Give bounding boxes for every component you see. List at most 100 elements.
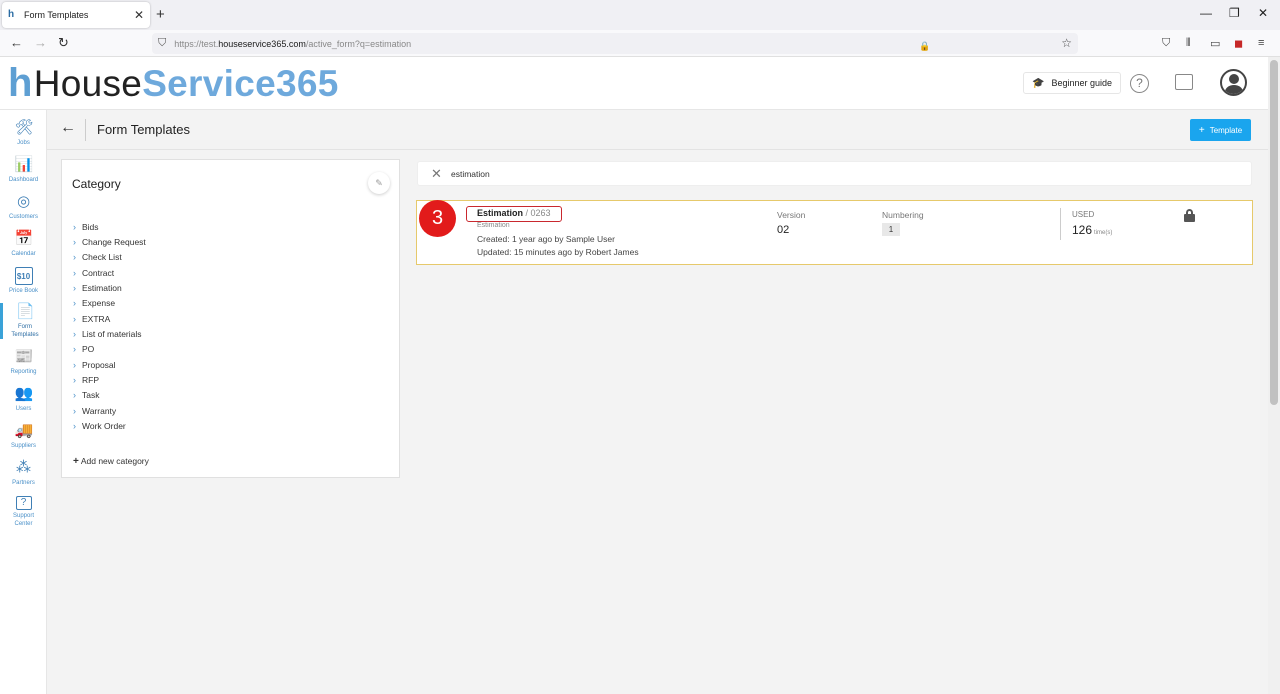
url-host: houseservice365.com (218, 38, 306, 49)
chevron-right-icon: › (73, 298, 76, 309)
report-icon: 📰 (14, 348, 34, 365)
category-item[interactable]: › List of materials (73, 326, 146, 341)
chevron-right-icon: › (73, 282, 76, 293)
numbering-label: Numbering (882, 210, 924, 220)
sidebar-item-calendar[interactable]: 📅 Calendar (0, 230, 47, 258)
sidebar-item-suppliers[interactable]: 🚚 Suppliers (0, 422, 47, 450)
sidebar-item-partners[interactable]: ⁂ Partners (0, 459, 47, 487)
shield-icon[interactable]: ⛉ (158, 37, 166, 50)
page-scrollbar[interactable] (1268, 57, 1280, 694)
form-document-icon: 📄 (16, 303, 35, 320)
sidebar-item-reporting[interactable]: 📰 Reporting (0, 348, 47, 376)
chart-icon: 📊 (14, 156, 34, 173)
logo[interactable]: h House Service365 (8, 61, 339, 105)
chevron-right-icon: › (73, 328, 76, 339)
sidebar-item-price-book[interactable]: $10 Price Book (0, 267, 47, 295)
back-arrow-icon[interactable]: ← (10, 35, 23, 50)
sidebar-item-dashboard[interactable]: 📊 Dashboard (0, 156, 47, 184)
chevron-right-icon: › (73, 221, 76, 232)
chevron-right-icon: › (73, 420, 76, 431)
partners-icon: ⁂ (16, 459, 31, 476)
help-icon[interactable]: ? (1130, 74, 1149, 93)
category-item[interactable]: › Bids (73, 219, 146, 234)
site-favicon-icon: h (8, 9, 15, 20)
browser-tab[interactable]: h Form Templates ✕ (2, 2, 150, 28)
logo-house-text: House (33, 63, 143, 104)
search-query: estimation (451, 169, 490, 179)
edit-pencil-icon[interactable]: ✎ (368, 172, 390, 194)
chevron-right-icon: › (73, 374, 76, 385)
chevron-right-icon: › (73, 252, 76, 263)
category-item[interactable]: › Proposal (73, 357, 146, 372)
chevron-right-icon: › (73, 236, 76, 247)
add-category-link[interactable]: + Add new category (73, 456, 149, 467)
extension-icon[interactable]: ◼ (1234, 37, 1243, 50)
created-info: Created: 1 year ago by Sample User (477, 234, 615, 244)
divider (1060, 208, 1061, 240)
forward-arrow-icon[interactable]: → (34, 35, 47, 50)
used-value: 126 time(s) (1072, 223, 1113, 237)
reload-icon[interactable]: ↻ (58, 35, 69, 51)
used-label: USED (1072, 210, 1095, 219)
lock-icon[interactable] (1184, 209, 1195, 222)
page-title-bar: ← Form Templates + Template (47, 110, 1268, 150)
users-icon: 👥 (14, 385, 34, 402)
sidebar-item-users[interactable]: 👥 Users (0, 385, 47, 413)
category-item[interactable]: › Change Request (73, 234, 146, 249)
beginner-guide-label: Beginner guide (1051, 78, 1113, 88)
chevron-right-icon: › (73, 313, 76, 324)
price-tag-icon: $10 (14, 267, 33, 285)
plus-icon: + (73, 456, 79, 467)
category-item[interactable]: › PO (73, 342, 146, 357)
category-item[interactable]: › EXTRA (73, 311, 146, 326)
folder-icon[interactable] (1175, 74, 1193, 90)
pocket-icon[interactable]: ⛉ (1162, 37, 1170, 50)
category-item[interactable]: › Work Order (73, 418, 146, 433)
sidebar-item-form-templates[interactable]: 📄 Form Templates (0, 303, 47, 339)
menu-icon[interactable]: ≡ (1258, 37, 1264, 49)
chevron-right-icon: › (73, 344, 76, 355)
tools-icon: 🛠 (14, 119, 34, 136)
category-item[interactable]: › Task (73, 388, 146, 403)
window-close-icon[interactable]: ✕ (1258, 6, 1268, 20)
chevron-right-icon: › (73, 405, 76, 416)
category-item[interactable]: › Contract (73, 265, 146, 280)
restore-icon[interactable]: ❐ (1229, 6, 1240, 20)
tab-title: Form Templates (24, 10, 89, 20)
library-icon[interactable]: ⫴ (1186, 37, 1191, 50)
clear-search-icon[interactable]: ✕ (431, 166, 442, 182)
sidebar-item-support-center[interactable]: ? Support Center (0, 496, 47, 528)
truck-icon: 🚚 (14, 422, 34, 439)
category-item[interactable]: › Check List (73, 250, 146, 265)
sidebar-toggle-icon[interactable]: ▭ (1210, 37, 1220, 50)
sidebar-item-jobs[interactable]: 🛠 Jobs (0, 119, 47, 147)
user-avatar-icon[interactable] (1220, 69, 1247, 96)
add-template-button[interactable]: + Template (1190, 119, 1251, 141)
template-card[interactable]: 3 Estimation / 0263 Estimation Created: … (416, 200, 1253, 265)
back-arrow-icon[interactable]: ← (60, 119, 76, 137)
template-name[interactable]: Estimation / 0263 (466, 206, 562, 222)
url-bar[interactable]: ⛉ 🔒 https://test. houseservice365.com/act… (152, 33, 1078, 54)
beginner-guide-button[interactable]: 🎓 Beginner guide (1023, 72, 1122, 94)
sidebar-item-customers[interactable]: ◎ Customers (0, 193, 47, 221)
divider (85, 119, 86, 141)
category-item[interactable]: › Warranty (73, 403, 146, 418)
logo-service-text: Service365 (142, 63, 339, 104)
category-panel: Category ✎ › Bids › Change Request › Check … (61, 159, 400, 478)
step-number-badge: 3 (419, 200, 456, 237)
new-tab-button[interactable]: + (156, 6, 165, 23)
category-item[interactable]: › RFP (73, 372, 146, 387)
category-item[interactable]: › Estimation (73, 280, 146, 295)
lock-icon[interactable]: 🔒 (919, 41, 930, 53)
search-field[interactable]: ✕ estimation (417, 161, 1252, 186)
bookmark-star-icon[interactable]: ☆ (1061, 36, 1072, 50)
support-icon: ? (15, 496, 32, 510)
numbering-value: 1 (882, 223, 900, 236)
scrollbar-thumb[interactable] (1270, 60, 1278, 405)
logo-h-icon: h (8, 61, 33, 105)
category-item[interactable]: › Expense (73, 296, 146, 311)
minimize-icon[interactable]: — (1200, 6, 1212, 20)
tab-close-icon[interactable]: ✕ (134, 8, 144, 22)
chevron-right-icon: › (73, 359, 76, 370)
chevron-right-icon: › (73, 267, 76, 278)
